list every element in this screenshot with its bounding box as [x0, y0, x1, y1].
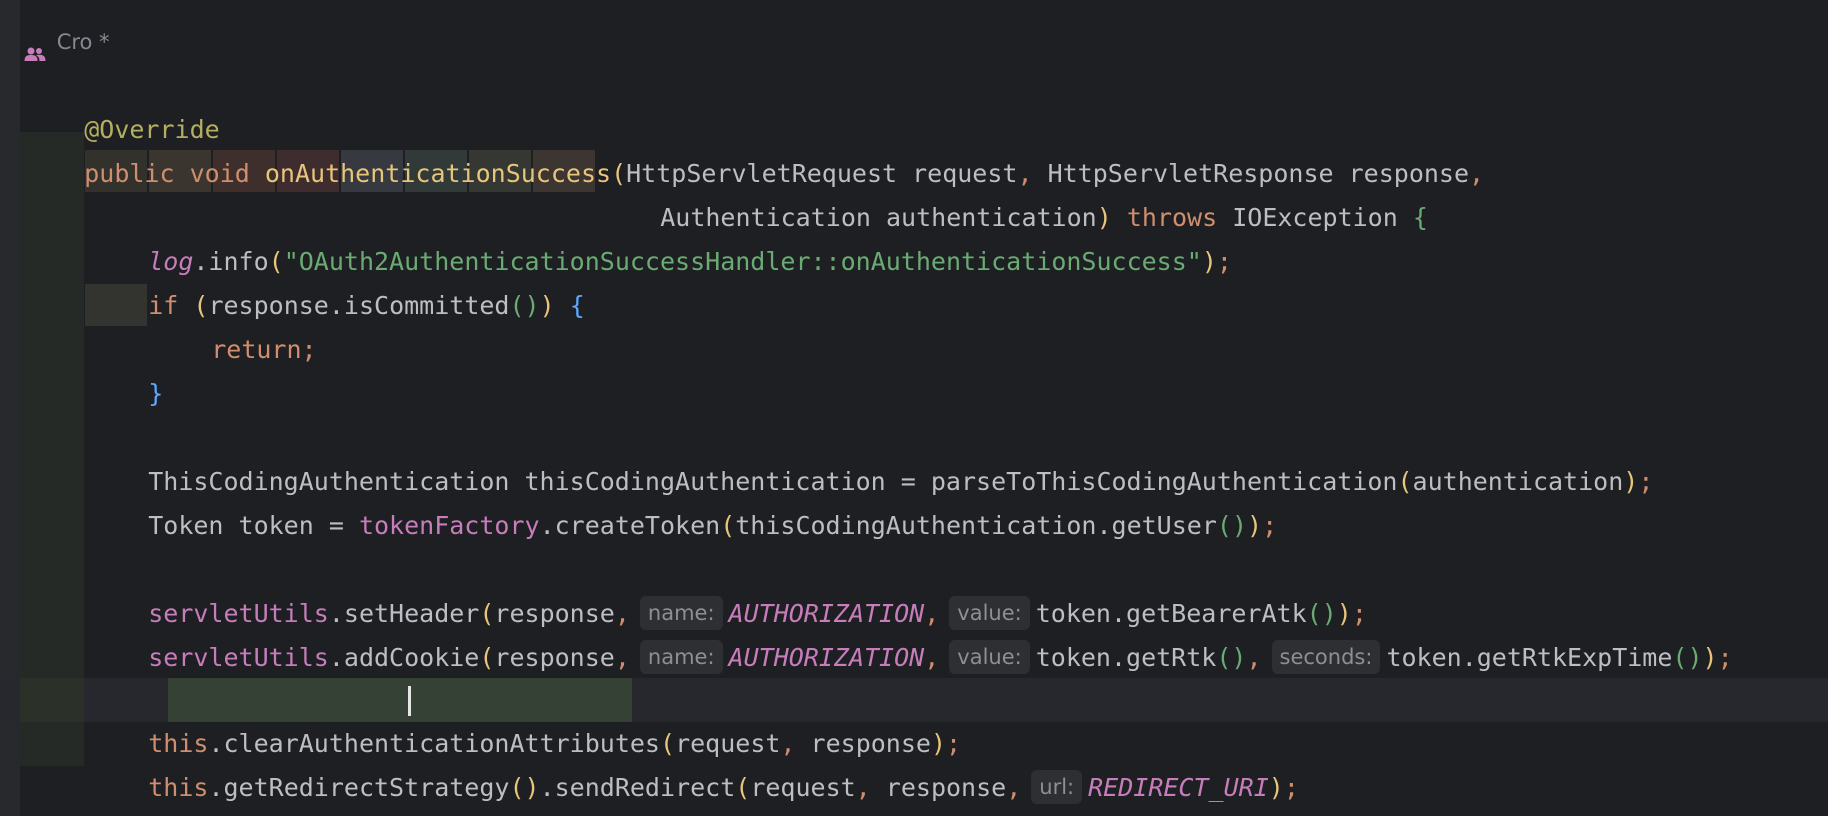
semicolon-token: ; [1638, 467, 1654, 496]
keyword-token: return [211, 335, 302, 364]
code-line[interactable]: @Override [24, 64, 219, 144]
brace-token: } [148, 379, 164, 408]
code-line[interactable]: ThisCodingAuthentication thisCodingAuthe… [88, 416, 1653, 496]
paren-token: ( [720, 511, 736, 540]
code-line[interactable]: Authentication authentication) throws IO… [600, 152, 1428, 232]
code-line[interactable]: servletUtils.addCookie(response, name: AUT… [88, 592, 1733, 674]
paren-token: ) [1247, 511, 1263, 540]
semicolon-token: ; [1283, 773, 1299, 802]
semicolon-token: ; [1717, 643, 1733, 672]
arg-token: request [750, 773, 856, 802]
type-token: IOException [1232, 203, 1398, 232]
call-token: .createToken [539, 511, 721, 540]
param-hint: seconds: [1271, 640, 1381, 674]
method-name-token: onAuthenticationSuccess [264, 159, 612, 188]
current-line-gutter [20, 678, 84, 722]
paren-token: () [1672, 643, 1703, 672]
code-author-hint[interactable]: Cro * [24, 20, 110, 64]
comma-token: , [1469, 159, 1485, 188]
brace-token: { [569, 291, 585, 320]
arg-token: thisCodingAuthentication.getUser [735, 511, 1217, 540]
code-line[interactable]: } [88, 328, 163, 408]
paren-token: ( [1397, 467, 1413, 496]
paren-token: ) [539, 291, 555, 320]
paren-token: () [509, 773, 540, 802]
paren-token: ) [1702, 643, 1718, 672]
paren-token: () [1216, 511, 1247, 540]
comma-token: , [614, 643, 630, 672]
comma-token: , [1246, 643, 1262, 672]
param-hint: url: [1031, 770, 1083, 804]
paren-token: ( [735, 773, 751, 802]
constant-token: REDIRECT_URI [1088, 773, 1269, 802]
paren-token: ( [479, 643, 495, 672]
semicolon-token: ; [1216, 247, 1232, 276]
keyword-token: void [189, 159, 250, 188]
author-label: Cro * [56, 30, 110, 54]
constant-token: AUTHORIZATION [728, 643, 925, 672]
code-line[interactable]: } [24, 766, 99, 810]
declaration-token: Token token = [148, 511, 359, 540]
arg-token: token.getRtkExpTime [1386, 643, 1673, 672]
arg-token: response [494, 643, 615, 672]
code-line[interactable]: servletUtils.setHeader(response, name: AUT… [88, 548, 1367, 630]
code-line[interactable]: this.getRedirectStrategy().sendRedirect(… [88, 722, 1299, 804]
paren-token: ) [1201, 247, 1217, 276]
call-token: .getRedirectStrategy [208, 773, 510, 802]
arg-token: authentication [1412, 467, 1624, 496]
comma-token: , [855, 773, 871, 802]
keyword-token: public [84, 159, 175, 188]
code-line[interactable]: if (response.isCommitted()) { [88, 240, 585, 320]
code-line[interactable]: return; [151, 284, 316, 364]
field-token: servletUtils [148, 643, 329, 672]
arg-token: token.getRtk [1035, 643, 1217, 672]
code-editor[interactable]: Cro * @Override public void onAuthentica… [0, 0, 1828, 816]
call-token: .sendRedirect [539, 773, 736, 802]
param-hint: value: [949, 640, 1030, 674]
code-line[interactable]: Token token = tokenFactory.createToken(t… [88, 460, 1277, 540]
semicolon-token: ; [301, 335, 317, 364]
paren-token: ) [1623, 467, 1639, 496]
people-icon [24, 33, 46, 61]
keyword-token: this [148, 773, 209, 802]
comma-token: , [924, 643, 940, 672]
comma-token: , [1006, 773, 1022, 802]
arg-token: response [870, 773, 1007, 802]
paren-token: () [509, 291, 540, 320]
paren-token: ) [1268, 773, 1284, 802]
code-line[interactable]: public void onAuthenticationSuccess(Http… [24, 108, 1484, 188]
brace-token: { [1412, 203, 1428, 232]
semicolon-token: ; [1262, 511, 1278, 540]
field-token: tokenFactory [358, 511, 540, 540]
text-caret [408, 686, 411, 716]
code-line-current[interactable]: this.clearAuthenticationAttributes(reque… [88, 678, 961, 758]
code-line[interactable]: log.info("OAuth2AuthenticationSuccessHan… [88, 196, 1232, 276]
paren-token: () [1216, 643, 1247, 672]
param-hint: name: [639, 640, 723, 674]
call-token: .addCookie [328, 643, 480, 672]
